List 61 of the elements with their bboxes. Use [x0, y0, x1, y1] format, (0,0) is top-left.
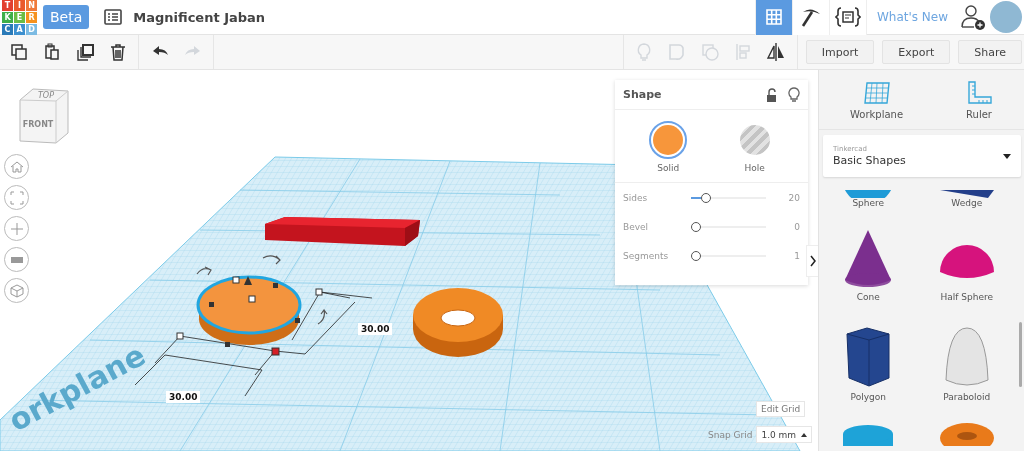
- toolbar-button[interactable]: Export: [882, 40, 951, 64]
- shape-item[interactable]: Wedge: [917, 182, 1016, 216]
- edit-grid-button[interactable]: Edit Grid: [756, 401, 806, 417]
- shape-item[interactable]: Paraboloid: [917, 316, 1016, 416]
- slider-thumb[interactable]: [691, 250, 701, 261]
- mirror-icon: [766, 42, 787, 62]
- shape-label: Wedge: [951, 198, 983, 208]
- shape-item[interactable]: Sphere: [819, 182, 918, 216]
- shape-label: Paraboloid: [943, 392, 991, 402]
- dimension-label[interactable]: 30.00: [358, 323, 393, 335]
- parameter-value: 0: [793, 221, 800, 232]
- codeblocks-view-button[interactable]: [828, 0, 866, 35]
- parameter-label: Bevel: [623, 221, 650, 232]
- box-shape[interactable]: [265, 217, 420, 246]
- toolbar-button[interactable]: Import: [805, 40, 875, 64]
- dimension-label[interactable]: 30.00: [166, 391, 201, 403]
- hole-mode-button[interactable]: Hole: [729, 120, 780, 174]
- toolbar-button[interactable]: Share: [958, 40, 1022, 64]
- shape-label: Polygon: [850, 392, 886, 402]
- zoom-out-button[interactable]: [4, 247, 29, 272]
- lightbulb-icon[interactable]: [788, 87, 800, 102]
- parameter-label: Segments: [623, 250, 670, 261]
- slider-thumb[interactable]: [700, 192, 711, 203]
- shape-item[interactable]: Polygon: [819, 316, 918, 416]
- parameter-value: 1: [793, 250, 800, 261]
- grid-icon: [763, 7, 784, 27]
- shape-label: Sphere: [852, 198, 885, 208]
- torus-shape[interactable]: [413, 288, 503, 357]
- ungroup-icon: [700, 42, 721, 62]
- shape-label: Half Sphere: [940, 292, 993, 302]
- logo-drawing[interactable]: T I N K E R C A D: [2, 0, 37, 35]
- shape-item[interactable]: Cone: [819, 216, 918, 316]
- parameter-label: Sides: [623, 192, 649, 203]
- workplane-icon: [862, 79, 891, 106]
- beta-badge: Beta: [43, 5, 90, 29]
- code-blocks-icon: [834, 6, 861, 28]
- ruler-tool[interactable]: Ruler: [959, 78, 999, 121]
- selection-handles[interactable]: [176, 276, 323, 356]
- snap-grid-dropdown[interactable]: 1.0 mm: [756, 426, 813, 443]
- scrollbar-thumb[interactable]: [1019, 322, 1022, 387]
- snap-grid-label: Snap Grid: [708, 429, 753, 440]
- design-title[interactable]: Magnificent Jaban: [133, 9, 266, 25]
- collapse-panel-button[interactable]: [806, 245, 818, 277]
- caret-icon: [801, 432, 808, 437]
- shape-label: Cone: [856, 292, 880, 302]
- copy-icon: [8, 42, 29, 62]
- fit-view-icon: [7, 188, 26, 207]
- workplane-tool[interactable]: Workplane: [843, 78, 910, 121]
- ruler-icon: [965, 79, 993, 106]
- panel-title: Shape: [623, 88, 663, 101]
- list-icon[interactable]: [103, 8, 124, 26]
- parameter-value: 20: [787, 192, 800, 203]
- shape-item[interactable]: Half Sphere: [917, 216, 1016, 316]
- caret-icon: [1003, 153, 1011, 159]
- pickaxe-view-button[interactable]: [791, 0, 829, 35]
- chevron-right-icon: [809, 255, 816, 267]
- duplicate-icon: [74, 42, 95, 62]
- add-user-icon[interactable]: [958, 2, 988, 32]
- slider-thumb[interactable]: [691, 221, 701, 232]
- cylinder-shape[interactable]: [196, 275, 302, 345]
- unlocked-icon[interactable]: [766, 87, 778, 102]
